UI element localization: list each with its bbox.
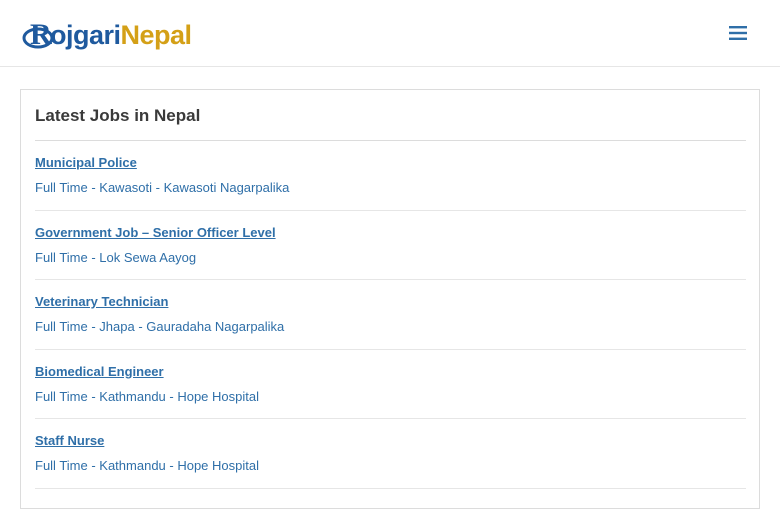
- job-title-link[interactable]: Municipal Police: [35, 155, 137, 170]
- site-header: R ojgariNepal: [0, 0, 780, 67]
- job-meta: Full Time - Lok Sewa Aayog: [35, 249, 197, 265]
- logo-part1: ojgari: [50, 19, 121, 50]
- job-meta: Full Time - Kathmandu - Hope Hospital: [35, 388, 259, 404]
- job-list: Municipal Police Full Time - Kawasoti - …: [35, 141, 746, 489]
- job-list-item: Municipal Police Full Time - Kawasoti - …: [35, 141, 746, 211]
- logo-swoosh-icon: R: [22, 14, 58, 52]
- job-title-link[interactable]: Biomedical Engineer: [35, 364, 164, 379]
- main-menu-button[interactable]: [724, 21, 752, 45]
- job-title-link[interactable]: Government Job – Senior Officer Level: [35, 225, 276, 240]
- latest-jobs-title: Latest Jobs in Nepal: [35, 106, 201, 125]
- job-meta: Full Time - Kawasoti - Kawasoti Nagarpal…: [35, 180, 290, 195]
- logo-initial: R: [30, 18, 52, 51]
- hamburger-menu-icon: [729, 26, 747, 40]
- site-logo[interactable]: R ojgariNepal: [22, 12, 202, 54]
- latest-jobs-widget: Latest Jobs in Nepal Municipal Police Fu…: [20, 89, 760, 509]
- logo-part2: Nepal: [120, 19, 193, 50]
- job-list-item: Biomedical Engineer Full Time - Kathmand…: [35, 350, 746, 419]
- job-list-item: Government Job – Senior Officer Level Fu…: [35, 211, 746, 280]
- job-list-item: Staff Nurse Full Time - Kathmandu - Hope…: [35, 419, 746, 489]
- job-title-link[interactable]: Staff Nurse: [35, 433, 104, 448]
- job-list-item: Veterinary Technician Full Time - Jhapa …: [35, 280, 746, 350]
- job-meta: Full Time - Jhapa - Gauradaha Nagarpalik…: [35, 319, 285, 334]
- logo-wordmark: ojgariNepal: [50, 19, 193, 50]
- job-title-link[interactable]: Veterinary Technician: [35, 294, 168, 309]
- job-meta: Full Time - Kathmandu - Hope Hospital: [35, 458, 259, 473]
